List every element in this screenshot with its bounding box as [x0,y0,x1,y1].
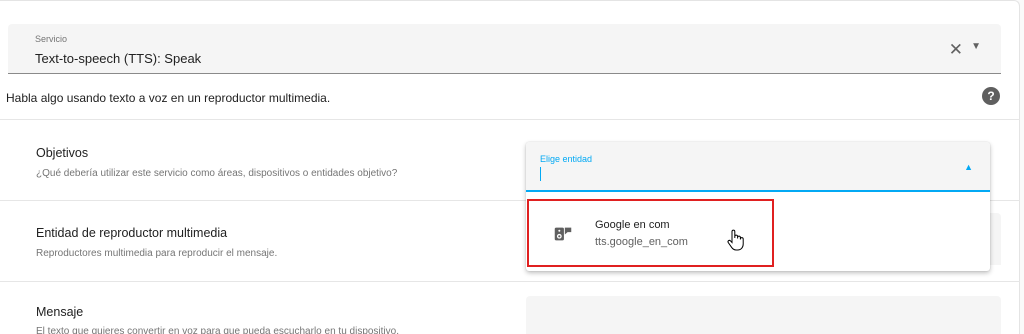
text-cursor [540,167,541,181]
arrow-drop-down-icon[interactable]: ▼ [971,41,981,52]
media-player-title: Entidad de reproductor multimedia [36,226,228,240]
close-icon[interactable]: ✕ [949,40,963,60]
message-title: Mensaje [36,305,84,319]
message-subtitle: El texto que quieres convertir en voz pa… [36,326,399,334]
service-select[interactable]: Servicio Text-to-speech (TTS): Speak ✕ ▼ [8,24,1001,74]
divider [0,281,1020,282]
service-description: Habla algo usando texto a voz en un repr… [6,91,331,105]
message-field[interactable] [526,296,1001,334]
arrow-drop-up-icon[interactable]: ▲ [964,162,973,172]
targets-subtitle: ¿Qué debería utilizar este servicio como… [36,168,398,179]
entity-input-label: Elige entidad [540,154,593,164]
divider [0,119,1020,120]
entity-input[interactable]: Elige entidad ▲ [526,142,990,192]
help-circle-icon[interactable]: ? [982,87,1000,105]
service-label: Servicio [35,34,68,44]
targets-title: Objetivos [36,146,89,160]
selection-highlight [527,199,774,267]
media-player-subtitle: Reproductores multimedia para reproducir… [36,248,278,259]
service-value: Text-to-speech (TTS): Speak [35,51,202,66]
